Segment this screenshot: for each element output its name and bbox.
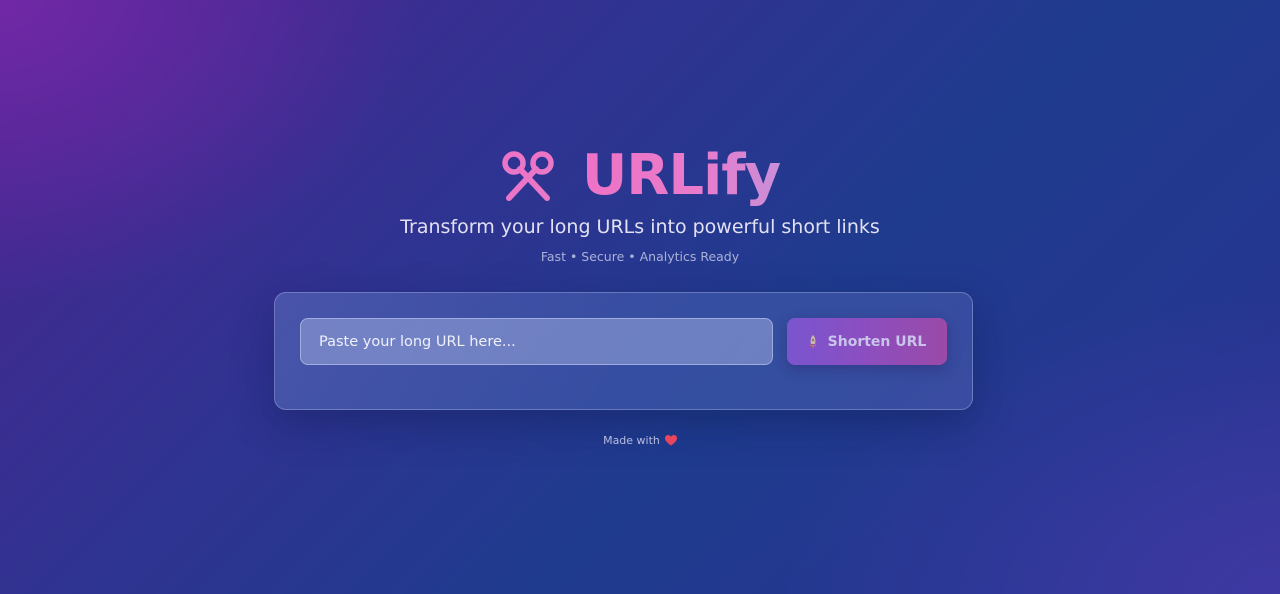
shorten-form-card: Shorten URL [274, 292, 973, 410]
app-root: URLify Transform your long URLs into pow… [0, 0, 1280, 594]
scissors-icon [500, 148, 556, 204]
shorten-url-label: Shorten URL [827, 333, 927, 350]
shorten-url-button[interactable]: Shorten URL [787, 318, 947, 365]
url-input[interactable] [300, 318, 773, 365]
features-list: Fast • Secure • Analytics Ready [540, 249, 740, 264]
app-title: URLify [582, 140, 781, 212]
rocket-icon [808, 334, 818, 349]
footer: Made with [0, 434, 1280, 447]
tagline: Transform your long URLs into powerful s… [400, 216, 880, 238]
footer-text: Made with [603, 434, 660, 447]
brand-header: URLify [0, 140, 1280, 212]
heart-icon [664, 435, 677, 446]
